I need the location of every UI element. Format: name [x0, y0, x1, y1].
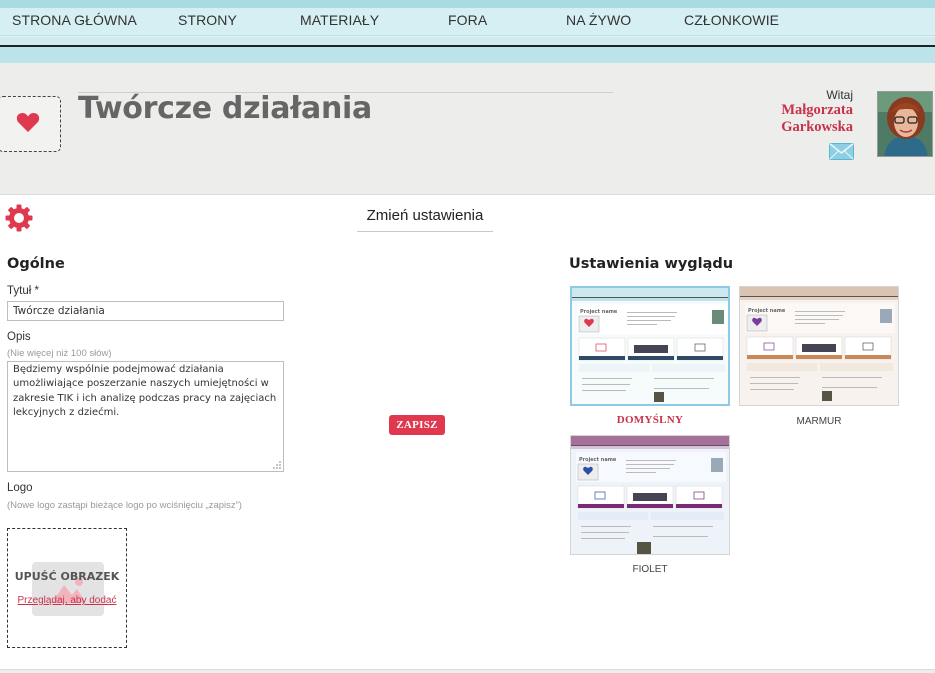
- theme-violet-thumb-title: Project name: [579, 457, 617, 463]
- logo-hint: (Nowe logo zastąpi bieżące logo po wciśn…: [7, 500, 242, 511]
- theme-violet-preview: Project name: [570, 435, 730, 555]
- theme-marble-preview: Project name: [739, 286, 899, 406]
- envelope-icon[interactable]: [829, 143, 854, 160]
- heart-icon: [16, 112, 40, 132]
- general-heading: Ogólne: [7, 256, 65, 272]
- project-logo[interactable]: [0, 96, 61, 152]
- logo-label: Logo: [7, 482, 33, 494]
- description-hint: (Nie więcej niż 100 słów): [7, 348, 112, 359]
- settings-heading: Zmień ustawienia: [357, 207, 493, 232]
- nav-item-members[interactable]: CZŁONKOWIE: [684, 12, 779, 28]
- description-textarea[interactable]: Będziemy wspólnie podejmować działania u…: [7, 361, 284, 472]
- nav-item-home[interactable]: STRONA GŁÓWNA: [12, 12, 137, 28]
- gear-icon: [5, 204, 33, 232]
- browse-link[interactable]: Przeglądaj, aby dodać: [8, 595, 126, 606]
- nav-band: [0, 47, 935, 63]
- nav-gap: [0, 37, 935, 45]
- save-button[interactable]: ZAPISZ: [389, 415, 445, 435]
- title-input[interactable]: [7, 301, 284, 321]
- theme-violet[interactable]: Project name FIOLET: [570, 435, 730, 575]
- theme-default-thumb-title: Project name: [580, 309, 618, 315]
- theme-violet-name: FIOLET: [632, 564, 668, 575]
- nav-item-materials[interactable]: MATERIAŁY: [300, 12, 379, 28]
- title-label: Tytuł *: [7, 285, 39, 297]
- dropzone-title: UPUŚĆ OBRAZEK: [14, 570, 120, 583]
- theme-default-name: DOMYŚLNY: [616, 414, 684, 426]
- theme-marble-thumb-title: Project name: [748, 308, 786, 314]
- user-last-name: Garkowska: [781, 119, 853, 135]
- description-label: Opis: [7, 331, 31, 343]
- logo-dropzone[interactable]: UPUŚĆ OBRAZEK Przeglądaj, aby dodać: [7, 528, 127, 648]
- nav-item-live[interactable]: NA ŻYWO: [566, 12, 631, 28]
- avatar-photo: [878, 92, 932, 156]
- main-nav: STRONA GŁÓWNA STRONY MATERIAŁY FORA NA Ż…: [0, 8, 935, 36]
- greeting-label: Witaj: [826, 88, 853, 102]
- nav-item-forums[interactable]: FORA: [448, 12, 487, 28]
- page-title: Twórcze działania: [78, 91, 372, 126]
- theme-default[interactable]: Project name DOMYŚLNY: [570, 286, 730, 426]
- resize-grip-icon[interactable]: [271, 460, 282, 470]
- avatar[interactable]: [877, 91, 933, 157]
- user-first-name: Małgorzata: [781, 102, 853, 118]
- user-name[interactable]: Małgorzata Garkowska: [760, 102, 853, 136]
- top-strip: [0, 0, 935, 8]
- nav-item-pages[interactable]: STRONY: [178, 12, 237, 28]
- appearance-heading: Ustawienia wyglądu: [569, 256, 734, 272]
- theme-marble-name: MARMUR: [796, 416, 842, 427]
- theme-marble[interactable]: Project name MARMUR: [739, 286, 899, 427]
- theme-default-preview: Project name: [570, 286, 730, 406]
